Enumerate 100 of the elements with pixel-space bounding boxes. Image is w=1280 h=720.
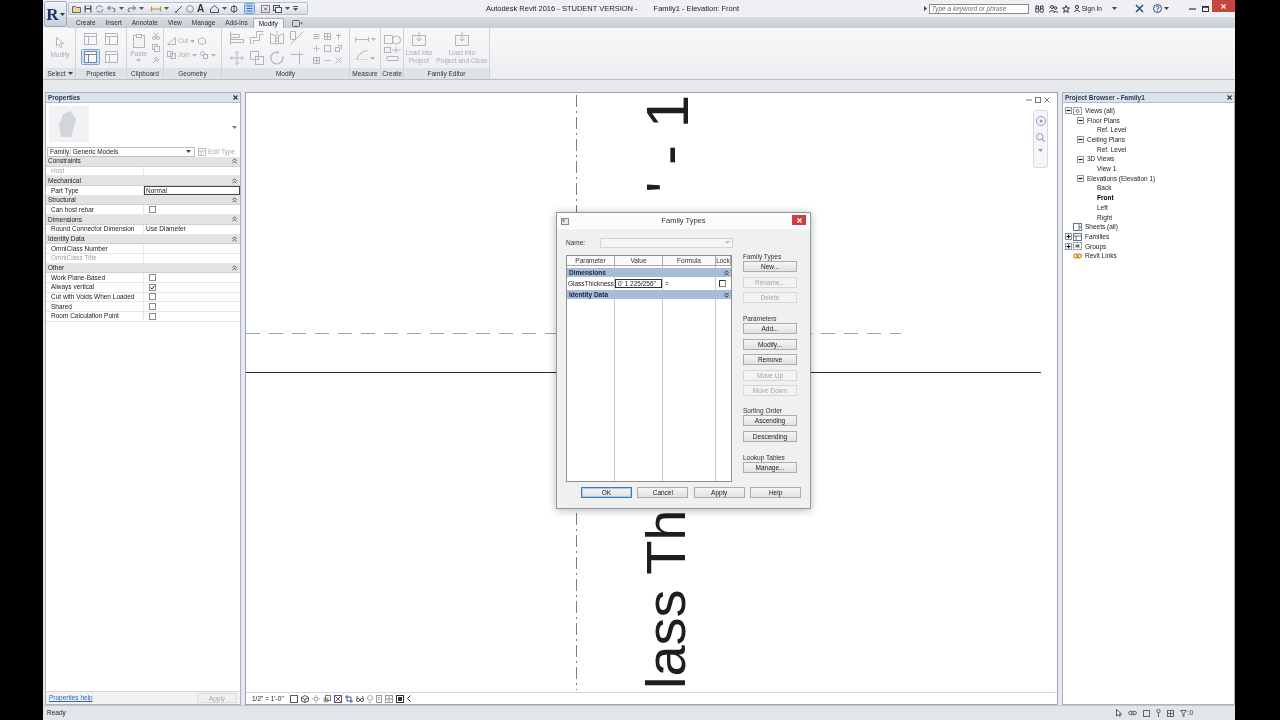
expand-toggle-icon[interactable] [1065,233,1072,241]
funnel-icon[interactable] [1179,709,1187,717]
chain-link-icon [1073,252,1082,261]
close-icon[interactable] [1044,97,1050,103]
double-chevron-icon[interactable] [232,216,237,223]
crop-icon[interactable] [333,694,342,703]
square-icon[interactable] [1142,709,1150,717]
house-icon[interactable] [210,4,220,13]
grid-window-icon[interactable] [81,49,100,65]
application-menu-button[interactable]: R [44,1,67,27]
brush-icon[interactable] [151,56,160,64]
magnifier-icon[interactable] [1036,133,1045,142]
shapes-icon[interactable] [383,35,401,61]
double-chevron-icon[interactable] [724,269,729,276]
mirror-line-icon[interactable] [289,31,304,45]
align-icon[interactable] [229,31,244,45]
undo-icon[interactable] [107,5,116,12]
redo-icon[interactable] [127,5,136,12]
lock-checkbox[interactable] [719,280,726,287]
caret-icon [119,7,124,10]
split-icon[interactable] [312,44,320,52]
dimension-icon[interactable] [354,36,369,42]
double-chevron-icon[interactable] [232,235,237,242]
plus-icon[interactable] [334,32,342,40]
collapse-toggle-icon[interactable] [1077,117,1084,125]
close-icon[interactable] [233,95,238,100]
help-icon[interactable] [1153,4,1162,13]
bars-icon[interactable] [312,32,320,40]
triangle-icon[interactable] [923,6,927,11]
double-chevron-icon[interactable] [232,177,237,184]
star-icon[interactable] [1061,4,1070,13]
pin-icon[interactable] [1155,709,1161,717]
measure-icon[interactable] [151,5,161,12]
grid-icon[interactable] [323,32,331,40]
section-icon[interactable] [230,4,239,13]
hexagon-icon[interactable] [198,37,207,45]
double-chevron-icon[interactable] [232,158,237,165]
double-chevron-icon[interactable] [724,291,729,298]
pencil-icon[interactable] [175,4,183,13]
sync-icon[interactable] [95,4,104,13]
caret-icon [190,39,196,43]
double-chevron-icon[interactable] [232,197,237,204]
square-icon[interactable] [289,694,298,703]
glasses-icon[interactable] [355,694,364,703]
chevron-left-icon[interactable] [406,695,411,702]
collapse-toggle-icon[interactable] [1077,155,1084,163]
text-tool-button[interactable]: A [197,3,205,14]
grid-icon[interactable] [1166,709,1174,717]
grid-window-icon[interactable] [102,49,121,65]
panel-toggle-icon[interactable] [291,20,303,27]
maximize-icon[interactable] [1202,5,1209,12]
minimize-icon[interactable] [1189,7,1196,10]
grid-window-icon[interactable] [102,31,121,47]
crop-region-icon[interactable] [344,694,353,703]
cursor-icon[interactable] [1115,709,1122,717]
close-icon[interactable] [1227,95,1232,100]
cube-icon[interactable] [300,694,309,703]
overlapping-squares-icon[interactable] [249,51,264,65]
caret-icon [1038,149,1043,152]
caret-icon [164,7,169,10]
window-close-icon[interactable] [261,4,271,13]
lines-icon[interactable] [244,3,256,14]
customize-icon[interactable] [293,6,299,11]
expand-toggle-icon[interactable] [1065,242,1072,250]
restore-icon[interactable] [1035,97,1041,103]
overlapping-squares-icon[interactable] [151,44,160,52]
folder-icon[interactable] [72,4,81,13]
caret-icon [370,37,376,41]
cross-icon[interactable] [1135,4,1144,13]
close-button[interactable] [792,215,806,225]
checkbox[interactable] [149,293,156,301]
offset-icon[interactable] [249,31,264,45]
caret-icon [285,7,291,10]
page-icon[interactable] [375,694,382,703]
collapse-toggle-icon[interactable] [1077,136,1084,144]
users-icon[interactable] [1048,4,1058,13]
checkbox[interactable] [149,206,156,214]
windows-icon[interactable] [273,4,283,13]
rotate-icon[interactable] [269,51,284,65]
caret-icon [191,53,197,57]
grid-window-icon[interactable] [81,31,100,47]
checkbox[interactable] [149,274,156,282]
circle-dot-icon[interactable] [1035,116,1046,126]
person-icon [1073,5,1080,12]
x-mark-icon[interactable] [334,56,342,64]
checkbox[interactable] [149,283,156,291]
shadow-icon[interactable] [322,694,331,703]
mirror-icon[interactable] [269,31,284,45]
checkbox[interactable] [149,312,156,320]
frame-icon[interactable] [395,694,404,703]
binoculars-icon[interactable] [1034,4,1044,13]
chain-link-icon[interactable] [1127,710,1137,716]
caret-icon [139,7,144,10]
double-chevron-icon[interactable] [232,264,237,271]
scale-icon[interactable] [334,44,342,52]
collapse-toggle-icon[interactable] [1077,175,1084,183]
checkbox[interactable] [149,303,156,311]
crossing-lines-icon[interactable] [289,51,304,65]
shapes-icon[interactable] [199,51,208,59]
collapse-toggle-icon[interactable] [1065,107,1072,115]
